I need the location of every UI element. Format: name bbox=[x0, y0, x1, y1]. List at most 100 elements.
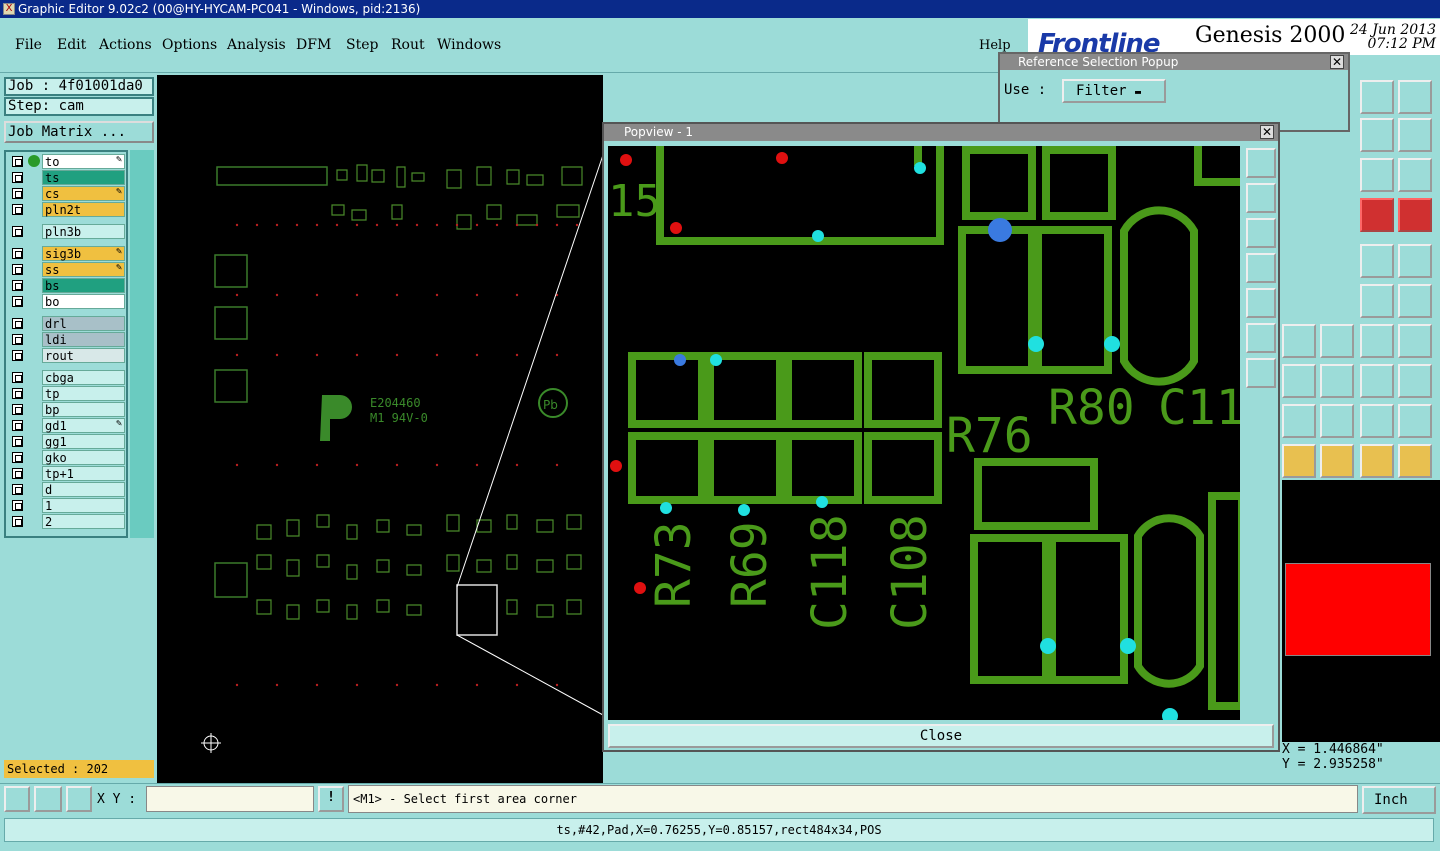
layer-checkbox[interactable] bbox=[12, 296, 23, 307]
layer-scrollbar[interactable] bbox=[130, 150, 154, 538]
scale-icon[interactable] bbox=[1360, 158, 1394, 192]
menu-rout[interactable]: Rout bbox=[391, 37, 425, 53]
app-icon[interactable]: X bbox=[3, 3, 15, 15]
layer-checkbox[interactable] bbox=[12, 388, 23, 399]
select-mode-icon[interactable] bbox=[4, 786, 30, 812]
layer-checkbox[interactable] bbox=[12, 516, 23, 527]
close-button[interactable]: Close bbox=[608, 724, 1274, 748]
layer-row[interactable]: tp bbox=[8, 386, 125, 401]
layer-checkbox[interactable] bbox=[12, 172, 23, 183]
layer-row[interactable]: pln2t bbox=[8, 202, 125, 217]
layer-name[interactable]: ts bbox=[42, 170, 125, 185]
arch2-icon[interactable] bbox=[1398, 404, 1432, 438]
layer-row[interactable]: drl bbox=[8, 316, 125, 331]
layer-row[interactable]: bo bbox=[8, 294, 125, 309]
home-icon[interactable] bbox=[1360, 80, 1394, 114]
menu-step[interactable]: Step bbox=[346, 37, 378, 53]
pointer-icon[interactable] bbox=[1282, 444, 1316, 478]
net2-icon[interactable] bbox=[1398, 198, 1432, 232]
close-icon[interactable]: ✕ bbox=[1260, 125, 1274, 139]
layer-checkbox[interactable] bbox=[12, 264, 23, 275]
route2-icon[interactable] bbox=[1398, 284, 1432, 318]
layer-row[interactable]: d bbox=[8, 482, 125, 497]
undo-icon[interactable] bbox=[1360, 118, 1394, 152]
layer-row[interactable]: gko bbox=[8, 450, 125, 465]
layer-checkbox[interactable] bbox=[12, 484, 23, 495]
layer-name[interactable]: cbga bbox=[42, 370, 125, 385]
layer-name[interactable]: tp bbox=[42, 386, 125, 401]
layer-name[interactable]: pln3b bbox=[42, 224, 125, 239]
ruler-icon[interactable] bbox=[1360, 244, 1394, 278]
layer-name[interactable]: pln2t bbox=[42, 202, 125, 217]
layer-row[interactable]: ts bbox=[8, 170, 125, 185]
arc-icon[interactable] bbox=[1360, 324, 1394, 358]
layer-name[interactable]: 1 bbox=[42, 498, 125, 513]
close-icon[interactable]: ✕ bbox=[1330, 55, 1344, 69]
layer-row[interactable]: cbga bbox=[8, 370, 125, 385]
flip-icon[interactable] bbox=[1398, 324, 1432, 358]
menu-options[interactable]: Options bbox=[162, 37, 217, 53]
layer-row[interactable]: gg1 bbox=[8, 434, 125, 449]
layer-checkbox[interactable] bbox=[12, 468, 23, 479]
layer-name[interactable]: sig3b bbox=[42, 246, 125, 261]
layer-checkbox[interactable] bbox=[12, 248, 23, 259]
use-select[interactable]: Filter ▬ bbox=[1062, 79, 1166, 103]
route-icon[interactable] bbox=[1360, 284, 1394, 318]
zoom-out-icon[interactable] bbox=[1246, 358, 1276, 388]
menu-actions[interactable]: Actions bbox=[99, 37, 152, 53]
layer-row[interactable]: sig3b ✎ bbox=[8, 246, 125, 261]
layer-row[interactable]: ldi bbox=[8, 332, 125, 347]
pan-left-icon[interactable] bbox=[1246, 253, 1276, 283]
layer-row[interactable]: bs bbox=[8, 278, 125, 293]
layer-checkbox[interactable] bbox=[12, 436, 23, 447]
layer-checkbox[interactable] bbox=[12, 226, 23, 237]
net-icon[interactable] bbox=[1360, 198, 1394, 232]
layer-row[interactable]: ss ✎ bbox=[8, 262, 125, 277]
layer-checkbox[interactable] bbox=[12, 280, 23, 291]
layer-row[interactable]: to ✎ bbox=[8, 154, 125, 169]
layer-name[interactable]: d bbox=[42, 482, 125, 497]
layer-checkbox[interactable] bbox=[12, 404, 23, 415]
units-select[interactable]: Inch bbox=[1362, 786, 1436, 814]
layer-checkbox[interactable] bbox=[12, 188, 23, 199]
measure-icon[interactable] bbox=[34, 786, 62, 812]
tri-icon[interactable] bbox=[1282, 404, 1316, 438]
tri2-icon[interactable] bbox=[1320, 404, 1354, 438]
menu-edit[interactable]: Edit bbox=[57, 37, 86, 53]
layer-name[interactable]: bp bbox=[42, 402, 125, 417]
layer-name[interactable]: 2 bbox=[42, 514, 125, 529]
layer-checkbox[interactable] bbox=[12, 452, 23, 463]
layer-row[interactable]: pln3b bbox=[8, 224, 125, 239]
layer-name[interactable]: drl bbox=[42, 316, 125, 331]
pointer2-icon[interactable] bbox=[1320, 444, 1354, 478]
layer-name[interactable]: ss bbox=[42, 262, 125, 277]
arch-icon[interactable] bbox=[1360, 404, 1394, 438]
job-matrix-button[interactable]: Job Matrix ... bbox=[4, 121, 154, 143]
layer-row[interactable]: tp+1 bbox=[8, 466, 125, 481]
layer-name[interactable]: to bbox=[42, 154, 125, 169]
layer-name[interactable]: ldi bbox=[42, 332, 125, 347]
window-icon[interactable] bbox=[1398, 80, 1432, 114]
layer-checkbox[interactable] bbox=[12, 372, 23, 383]
pointer3-icon[interactable] bbox=[1360, 444, 1394, 478]
redo-icon[interactable] bbox=[1398, 118, 1432, 152]
layer-name[interactable]: rout bbox=[42, 348, 125, 363]
layer-row[interactable]: 2 bbox=[8, 514, 125, 529]
layer-row[interactable]: bp bbox=[8, 402, 125, 417]
menu-analysis[interactable]: Analysis bbox=[227, 37, 286, 53]
layer-row[interactable]: 1 bbox=[8, 498, 125, 513]
mid-icon[interactable] bbox=[1320, 364, 1354, 398]
layer-name[interactable]: gko bbox=[42, 450, 125, 465]
shape-icon[interactable] bbox=[1398, 364, 1432, 398]
layer-checkbox[interactable] bbox=[12, 420, 23, 431]
layer-name[interactable]: gg1 bbox=[42, 434, 125, 449]
pan-right-icon[interactable] bbox=[1246, 288, 1276, 318]
connect-icon[interactable] bbox=[1398, 444, 1432, 478]
layer-name[interactable]: tp+1 bbox=[42, 466, 125, 481]
layer-checkbox[interactable] bbox=[12, 156, 23, 167]
menu-help[interactable]: Help bbox=[979, 38, 1011, 53]
layer-checkbox[interactable] bbox=[12, 318, 23, 329]
layer-name[interactable]: cs bbox=[42, 186, 125, 201]
layer-checkbox[interactable] bbox=[12, 334, 23, 345]
pan-down-icon[interactable] bbox=[1246, 218, 1276, 248]
